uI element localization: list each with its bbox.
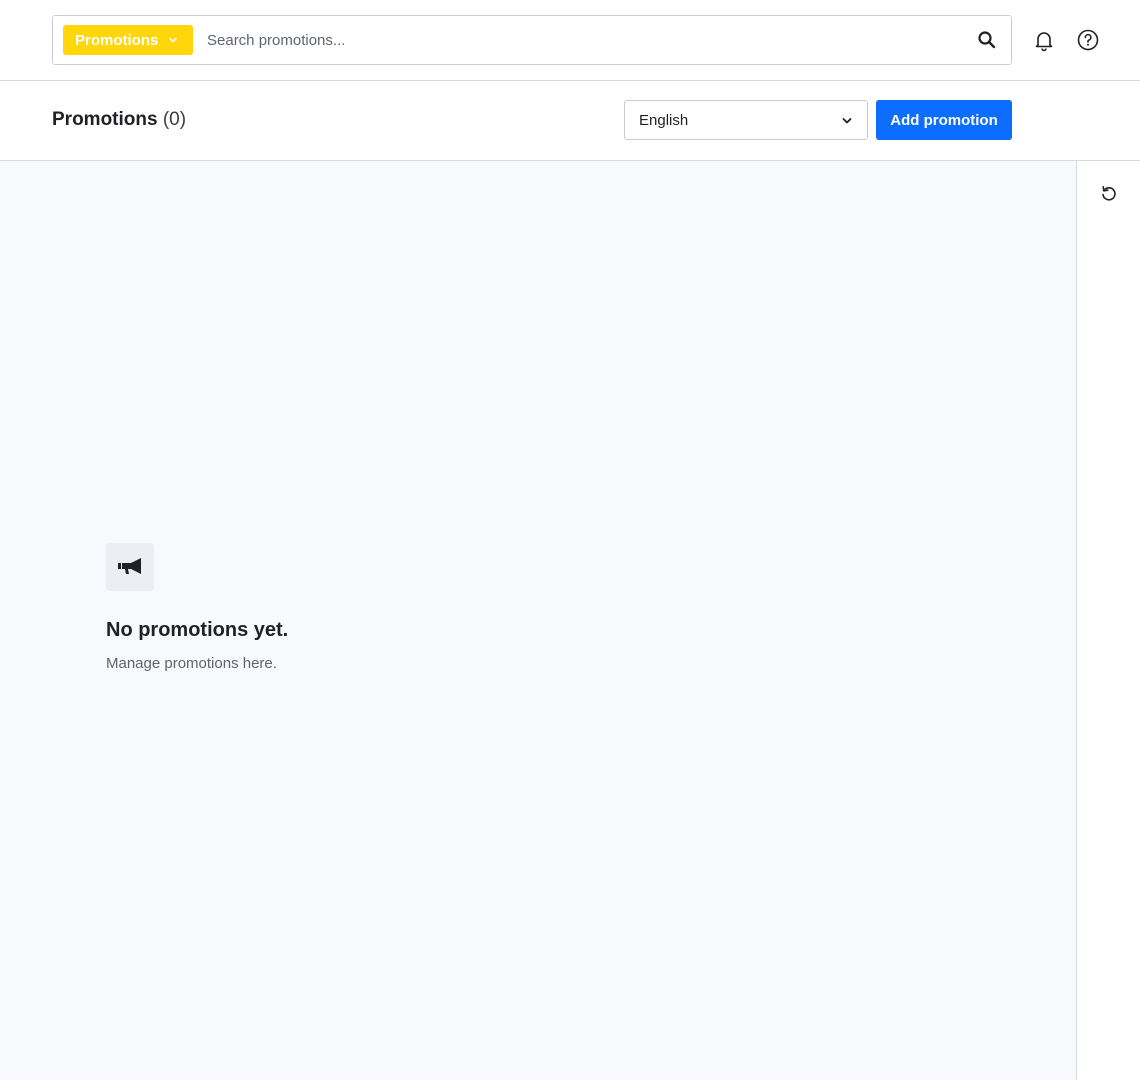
empty-state-icon-box — [106, 543, 154, 591]
main-content: No promotions yet. Manage promotions her… — [0, 161, 1076, 1080]
help-icon[interactable] — [1076, 28, 1100, 52]
search-scope-label: Promotions — [75, 31, 159, 49]
chevron-down-icon — [842, 118, 852, 124]
search-icon[interactable] — [977, 30, 997, 50]
megaphone-icon — [118, 558, 141, 574]
search-scope-dropdown[interactable]: Promotions — [63, 25, 193, 55]
empty-state-title: No promotions yet. — [106, 619, 289, 641]
global-search: Promotions — [52, 15, 1012, 65]
add-promotion-button[interactable]: Add promotion — [876, 100, 1012, 140]
page-title: Promotions (0) — [52, 109, 186, 131]
refresh-icon[interactable] — [1099, 184, 1119, 204]
promotion-count: (0) — [162, 109, 187, 130]
language-select-value: English — [639, 111, 689, 129]
chevron-down-icon — [169, 37, 177, 43]
language-select[interactable]: English — [624, 100, 868, 140]
page-header: Promotions (0) English Add promotion — [0, 81, 1140, 161]
top-bar: Promotions — [0, 0, 1140, 81]
empty-state-subtitle: Manage promotions here. — [106, 655, 277, 672]
search-input[interactable] — [207, 16, 967, 64]
side-rail — [1076, 161, 1140, 1080]
bell-icon[interactable] — [1032, 28, 1056, 52]
page-title-text: Promotions — [52, 109, 158, 130]
